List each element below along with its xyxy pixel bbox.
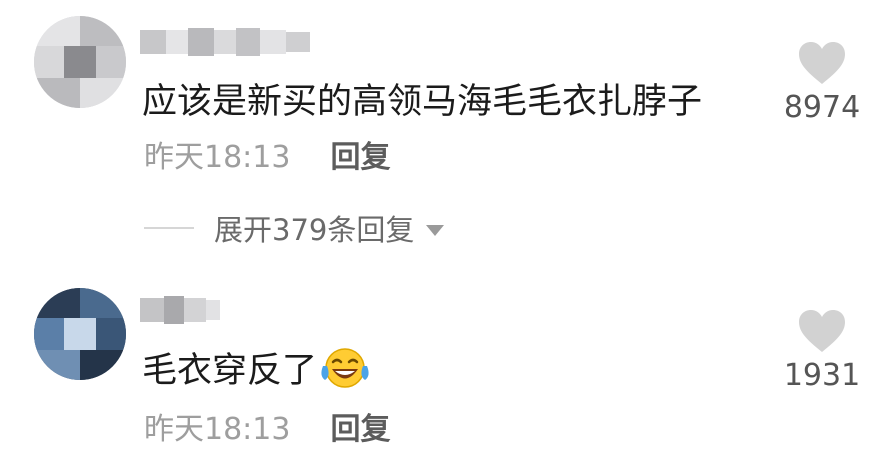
comment-text-body: 毛衣穿反了	[142, 351, 318, 391]
comment-meta: 昨天18:13 回复	[144, 412, 390, 448]
comment-text: 应该是新买的高领马海毛毛衣扎脖子	[142, 82, 703, 122]
comment-item: 毛衣穿反了 昨天18:13 回复 1931	[0, 280, 872, 472]
username-blurred[interactable]	[140, 28, 312, 58]
heart-icon	[799, 42, 845, 84]
avatar[interactable]	[34, 288, 126, 380]
avatar[interactable]	[34, 16, 126, 108]
like-button[interactable]: 8974	[774, 40, 870, 125]
heart-icon	[799, 310, 845, 352]
expand-replies-button[interactable]: 展开379条回复	[144, 208, 445, 248]
laughing-tears-icon	[321, 348, 369, 388]
like-count: 1931	[783, 358, 861, 393]
reply-button[interactable]: 回复	[330, 140, 390, 175]
comment-time: 昨天18:13	[144, 412, 291, 447]
like-button[interactable]: 1931	[774, 308, 870, 393]
like-count: 8974	[783, 90, 861, 125]
expand-replies-label: 展开379条回复	[214, 213, 415, 247]
comment-item: 应该是新买的高领马海毛毛衣扎脖子 昨天18:13 回复 展开379条回复 8974	[0, 0, 872, 280]
reply-button[interactable]: 回复	[330, 412, 390, 447]
caret-down-icon	[426, 224, 445, 236]
comment-time: 昨天18:13	[144, 140, 291, 175]
divider-line	[144, 227, 194, 229]
comment-text: 毛衣穿反了	[142, 346, 371, 393]
comment-meta: 昨天18:13 回复	[144, 140, 390, 176]
username-blurred[interactable]	[140, 296, 312, 326]
